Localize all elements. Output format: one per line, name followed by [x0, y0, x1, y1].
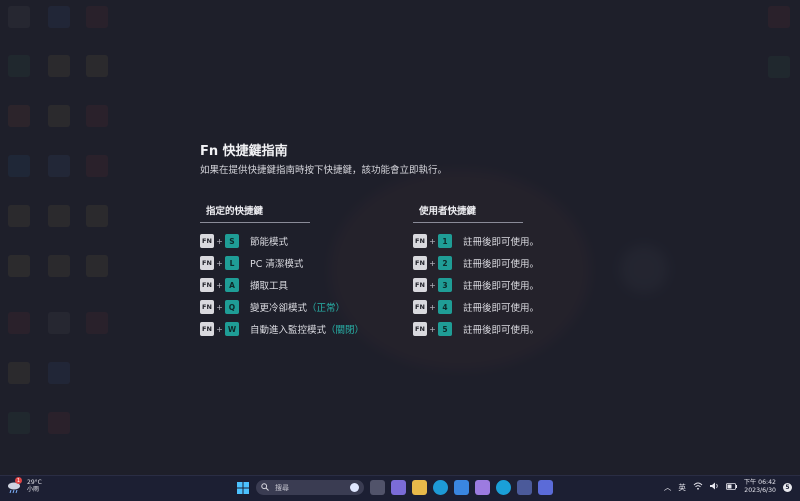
battery-icon[interactable]: [725, 482, 737, 492]
microsoft-store-icon[interactable]: [454, 480, 469, 495]
wifi-icon[interactable]: [693, 482, 703, 492]
user-shortcut-row-5[interactable]: FN + 5 註冊後即可使用。: [413, 318, 583, 340]
volume-icon[interactable]: [709, 482, 719, 492]
fn-key: FN: [200, 278, 214, 292]
teams-chat-icon[interactable]: [391, 480, 406, 495]
shortcut-label: 註冊後即可使用。: [463, 281, 540, 292]
status-note: （正常）: [307, 303, 346, 314]
taskbar-pinned-apps: 搜尋: [235, 480, 553, 495]
user-shortcut-row-1[interactable]: FN + 1 註冊後即可使用。: [413, 230, 583, 252]
clock[interactable]: 下午 06:42 2023/6/30: [744, 479, 776, 495]
plus-sign: +: [216, 236, 223, 246]
plus-sign: +: [216, 302, 223, 312]
clock-date: 2023/6/30: [744, 487, 776, 494]
status-note: （關閉）: [326, 325, 365, 336]
app-icon[interactable]: [538, 480, 553, 495]
app-icon[interactable]: [496, 480, 511, 495]
app-icon[interactable]: [475, 480, 490, 495]
plus-sign: +: [216, 324, 223, 334]
shortcut-row-a[interactable]: FN + A 擷取工具: [200, 274, 370, 296]
plus-sign: +: [429, 302, 436, 312]
shortcut-label: 變更冷卻模式（正常）: [250, 303, 346, 314]
file-explorer-icon[interactable]: [412, 480, 427, 495]
key-2: 2: [438, 256, 452, 270]
fn-key: FN: [200, 234, 214, 248]
plus-sign: +: [429, 280, 436, 290]
key-l: L: [225, 256, 239, 270]
shortcut-row-l[interactable]: FN + L PC 清潔模式: [200, 252, 370, 274]
system-tray: ︿ 英 下午 06:42 2023/6/30 5: [664, 479, 792, 495]
rain-cloud-icon: 1: [6, 477, 22, 494]
shortcut-row-w[interactable]: FN + W 自動進入監控模式（關閉）: [200, 318, 370, 340]
plus-sign: +: [216, 280, 223, 290]
plus-sign: +: [429, 324, 436, 334]
guide-subtitle: 如果在提供快捷鍵指南時按下快捷鍵，該功能會立即執行。: [200, 165, 448, 176]
chevron-up-icon[interactable]: ︿: [664, 482, 672, 493]
key-s: S: [225, 234, 239, 248]
plus-sign: +: [429, 236, 436, 246]
search-icon: [261, 482, 269, 493]
weather-widget[interactable]: 1 29°C 小雨: [6, 477, 42, 494]
user-shortcut-row-2[interactable]: FN + 2 註冊後即可使用。: [413, 252, 583, 274]
assigned-shortcuts-column: 指定的快捷鍵 FN + S 節能模式 FN + L PC 清潔模式 FN + A…: [200, 203, 370, 340]
fn-key: FN: [200, 322, 214, 336]
shortcut-label: 註冊後即可使用。: [463, 259, 540, 270]
shortcut-label: 註冊後即可使用。: [463, 325, 540, 336]
search-placeholder: 搜尋: [275, 483, 289, 492]
key-w: W: [225, 322, 239, 336]
shortcut-label: 自動進入監控模式（關閉）: [250, 325, 365, 336]
user-shortcuts-header: 使用者快捷鍵: [413, 203, 523, 223]
fn-shortcut-guide: Fn 快捷鍵指南 如果在提供快捷鍵指南時按下快捷鍵，該功能會立即執行。 指定的快…: [200, 143, 620, 336]
key-4: 4: [438, 300, 452, 314]
key-1: 1: [438, 234, 452, 248]
task-view-icon[interactable]: [370, 480, 385, 495]
assigned-shortcuts-header: 指定的快捷鍵: [200, 203, 310, 223]
overlay-dim: [0, 0, 800, 475]
shortcut-label: PC 清潔模式: [250, 259, 304, 270]
fn-key: FN: [413, 278, 427, 292]
fn-key: FN: [413, 300, 427, 314]
key-q: Q: [225, 300, 239, 314]
weather-badge: 1: [15, 477, 22, 484]
plus-sign: +: [429, 258, 436, 268]
fn-key: FN: [413, 256, 427, 270]
ime-indicator[interactable]: 英: [678, 482, 686, 493]
shortcut-row-q[interactable]: FN + Q 變更冷卻模式（正常）: [200, 296, 370, 318]
weather-description: 小雨: [27, 486, 40, 493]
clock-time: 下午 06:42: [743, 479, 776, 486]
taskbar: 1 29°C 小雨 搜尋 ︿ 英 下午 06:42 2023/6/30 5: [0, 475, 800, 501]
shortcut-label: 擷取工具: [250, 281, 289, 292]
user-shortcuts-column: 使用者快捷鍵 FN + 1 註冊後即可使用。 FN + 2 註冊後即可使用。 F…: [413, 203, 583, 340]
weather-temperature: 29°C: [27, 479, 42, 486]
user-shortcut-row-4[interactable]: FN + 4 註冊後即可使用。: [413, 296, 583, 318]
fn-key: FN: [413, 234, 427, 248]
shortcut-label: 註冊後即可使用。: [463, 303, 540, 314]
user-shortcut-row-3[interactable]: FN + 3 註冊後即可使用。: [413, 274, 583, 296]
bing-icon[interactable]: [350, 483, 359, 492]
app-icon[interactable]: [517, 480, 532, 495]
fn-key: FN: [413, 322, 427, 336]
start-icon[interactable]: [235, 480, 250, 495]
shortcut-label: 註冊後即可使用。: [463, 237, 540, 248]
notification-badge[interactable]: 5: [783, 482, 792, 492]
key-5: 5: [438, 322, 452, 336]
guide-title: Fn 快捷鍵指南: [200, 144, 288, 159]
shortcut-label: 節能模式: [250, 237, 289, 248]
key-a: A: [225, 278, 239, 292]
shortcut-row-s[interactable]: FN + S 節能模式: [200, 230, 370, 252]
taskbar-search[interactable]: 搜尋: [256, 480, 364, 495]
plus-sign: +: [216, 258, 223, 268]
fn-key: FN: [200, 300, 214, 314]
edge-browser-icon[interactable]: [433, 480, 448, 495]
key-3: 3: [438, 278, 452, 292]
fn-key: FN: [200, 256, 214, 270]
